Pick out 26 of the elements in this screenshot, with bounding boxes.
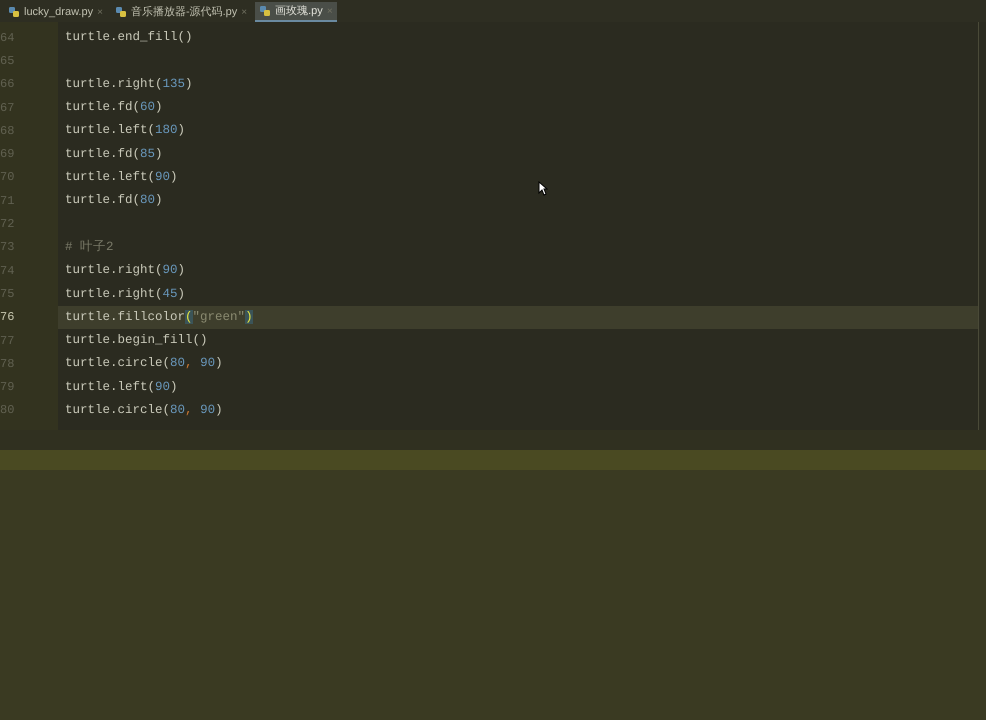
code-line: turtle.left(90): [65, 169, 178, 186]
code-line: turtle.circle(80, 90): [65, 402, 223, 420]
code-line: turtle.begin_fill(): [65, 332, 208, 350]
code-line: turtle.right(45): [65, 286, 186, 303]
line-number: 76: [0, 309, 14, 326]
code-line: turtle.end_fill(): [65, 29, 193, 46]
editor-tab[interactable]: lucky_draw.py ×: [4, 2, 107, 22]
tab-label: 音乐播放器-源代码.py: [130, 4, 238, 20]
mouse-pointer-icon: [538, 181, 548, 196]
code-line: turtle.fd(85): [65, 146, 163, 163]
tab-label: lucky_draw.py: [24, 4, 94, 20]
code-line: turtle.right(135): [65, 76, 193, 93]
python-file-icon: [8, 6, 20, 18]
code-line: turtle.left(90): [65, 378, 178, 396]
code-line: turtle.fillcolor("green"): [65, 308, 253, 326]
code-line: turtle.left(180): [65, 122, 186, 140]
python-file-icon: [114, 6, 127, 18]
tab-label: 画玫瑰.py: [275, 4, 323, 19]
code-line: turtle.right(90): [65, 262, 186, 280]
editor-tab[interactable]: 音乐播放器-源代码.py ×: [110, 2, 252, 22]
python-file-icon: [259, 5, 272, 17]
code-line: turtle.fd(80): [65, 192, 163, 210]
editor-tab[interactable]: 画玫瑰.py ×: [255, 2, 337, 22]
code-line: # 叶子2: [65, 238, 114, 256]
code-line: turtle.circle(80, 90): [65, 355, 223, 372]
code-line: turtle.fd(60): [65, 99, 163, 116]
